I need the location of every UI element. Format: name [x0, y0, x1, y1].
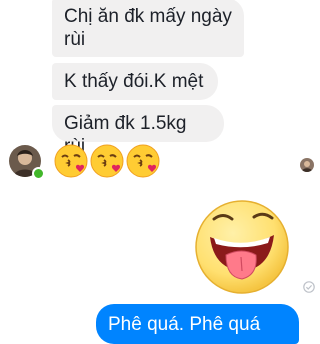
- face-blowing-a-kiss-icon: [54, 144, 88, 178]
- face-blowing-a-kiss-icon: [90, 144, 124, 178]
- incoming-message-bubble[interactable]: K thấy đói.K mệt: [52, 63, 218, 100]
- message-text: K thấy đói.K mệt: [64, 71, 204, 92]
- sent-check-icon: [303, 281, 315, 293]
- seen-by-avatar: [300, 158, 314, 172]
- message-text: Phê quá. Phê quá: [108, 314, 261, 335]
- face-blowing-a-kiss-icon: [126, 144, 160, 178]
- outgoing-message-bubble[interactable]: Phê quá. Phê quá: [96, 304, 299, 344]
- incoming-message-bubble[interactable]: Chị ăn đk mấy ngày rùi: [52, 0, 244, 57]
- incoming-message-bubble[interactable]: Giảm đk 1.5kg rùi: [52, 105, 224, 157]
- tongue-out-face-sticker: [195, 200, 289, 294]
- online-status-indicator: [32, 167, 45, 180]
- message-text: Chị ăn đk mấy ngày rùi: [64, 6, 232, 50]
